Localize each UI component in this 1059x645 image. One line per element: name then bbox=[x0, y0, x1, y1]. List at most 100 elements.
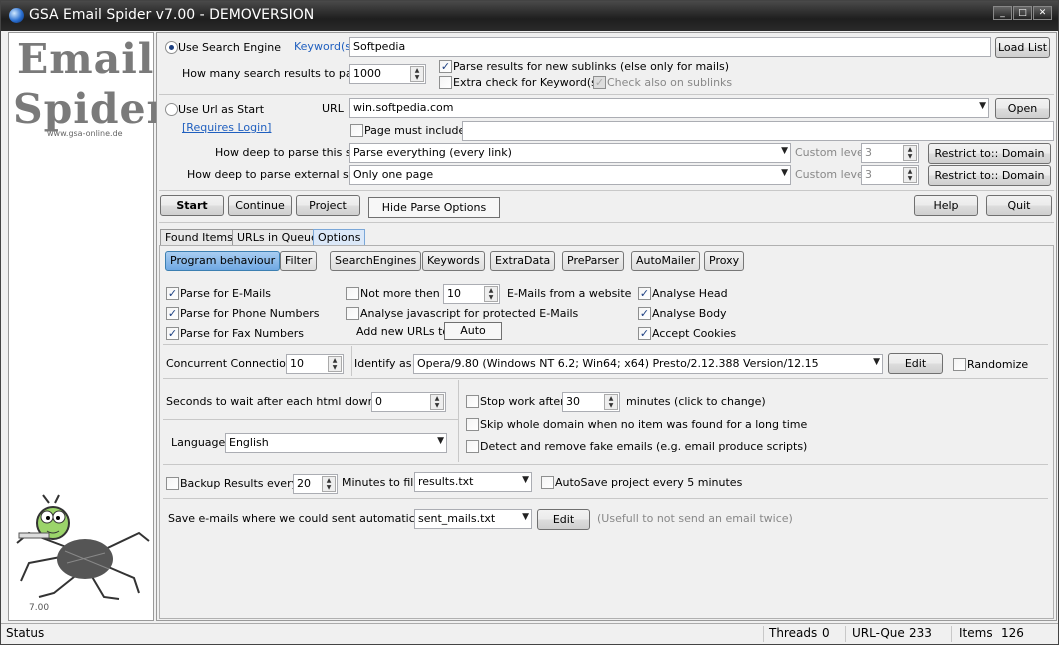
page-must-include-label: Page must include bbox=[364, 124, 466, 137]
extra-check-checkbox[interactable] bbox=[439, 76, 452, 89]
divider bbox=[845, 626, 846, 642]
seconds-input[interactable]: 0 ▲ ▼ bbox=[371, 392, 446, 412]
status-text: Status bbox=[6, 626, 45, 640]
help-button[interactable]: Help bbox=[914, 195, 978, 216]
autosave-checkbox[interactable] bbox=[541, 476, 554, 489]
custom-level-input[interactable]: 3 ▲ ▼ bbox=[861, 143, 919, 163]
subtab-preparser[interactable]: PreParser bbox=[562, 251, 624, 271]
backup-input[interactable]: 20 ▲ ▼ bbox=[293, 474, 338, 494]
stop-work-checkbox[interactable] bbox=[466, 395, 479, 408]
seconds-spinner[interactable]: ▲ ▼ bbox=[430, 394, 444, 410]
chevron-down-icon[interactable]: ▼ bbox=[437, 436, 444, 446]
restrict-domain-button[interactable]: Restrict to:: Domain bbox=[928, 143, 1051, 164]
subtab-proxy[interactable]: Proxy bbox=[704, 251, 745, 271]
subtab-searchengines[interactable]: SearchEngines bbox=[330, 251, 422, 271]
identify-select[interactable]: Opera/9.80 (Windows NT 6.2; Win64; x64) … bbox=[413, 354, 883, 374]
deep-site-select[interactable]: Parse everything (every link) ▼ bbox=[349, 143, 791, 163]
not-more-spinner[interactable]: ▲ ▼ bbox=[484, 286, 498, 302]
analyse-head-checkbox[interactable]: ✓ bbox=[638, 287, 651, 300]
file-value: results.txt bbox=[418, 475, 474, 488]
concurrent-input[interactable]: 10 ▲ ▼ bbox=[286, 354, 344, 374]
deep-ext-select[interactable]: Only one page ▼ bbox=[349, 165, 791, 185]
check-sublinks-checkbox[interactable]: ✓ bbox=[593, 76, 606, 89]
sent-file-select[interactable]: sent_mails.txt ▼ bbox=[414, 509, 532, 529]
results-spinner[interactable]: ▲ ▼ bbox=[410, 66, 424, 82]
continue-button[interactable]: Continue bbox=[228, 195, 292, 216]
parse-phone-checkbox[interactable]: ✓ bbox=[166, 307, 179, 320]
load-list-button[interactable]: Load List bbox=[995, 37, 1050, 58]
results-value: 1000 bbox=[353, 67, 381, 80]
autosave-label: AutoSave project every 5 minutes bbox=[555, 476, 743, 489]
not-more-checkbox[interactable] bbox=[346, 287, 359, 300]
custom-level-spinner[interactable]: ▲ ▼ bbox=[903, 145, 917, 161]
parse-emails-checkbox[interactable]: ✓ bbox=[166, 287, 179, 300]
chevron-down-icon[interactable]: ▼ bbox=[522, 512, 529, 522]
not-more-input[interactable]: 10 ▲ ▼ bbox=[443, 284, 500, 304]
parse-fax-checkbox[interactable]: ✓ bbox=[166, 327, 179, 340]
keywords-link[interactable]: Keyword(s) bbox=[294, 40, 355, 53]
page-must-include-checkbox[interactable] bbox=[350, 124, 363, 137]
logo-text-email: Email bbox=[17, 35, 155, 83]
add-urls-auto-button[interactable]: Auto bbox=[444, 322, 502, 340]
seconds-value: 0 bbox=[375, 395, 382, 408]
close-button[interactable]: ✕ bbox=[1033, 6, 1052, 20]
custom-level-value: 3 bbox=[865, 146, 872, 159]
use-url-radio[interactable] bbox=[165, 103, 178, 116]
minutes-to-file-label: Minutes to file bbox=[342, 476, 421, 489]
chevron-down-icon[interactable]: ▼ bbox=[522, 475, 529, 485]
tab-found-items[interactable]: Found Items bbox=[160, 229, 238, 246]
divider bbox=[163, 419, 458, 420]
page-must-include-input[interactable] bbox=[462, 121, 1054, 141]
subtab-program-behaviour[interactable]: Program behaviour bbox=[165, 251, 281, 271]
randomize-checkbox[interactable] bbox=[953, 358, 966, 371]
analyse-js-checkbox[interactable] bbox=[346, 307, 359, 320]
deep-ext-value: Only one page bbox=[353, 168, 434, 181]
custom-level-spinner-2[interactable]: ▲ ▼ bbox=[903, 167, 917, 183]
accept-cookies-checkbox[interactable]: ✓ bbox=[638, 327, 651, 340]
requires-login-link[interactable]: [Requires Login] bbox=[182, 121, 271, 134]
parse-phone-label: Parse for Phone Numbers bbox=[180, 307, 320, 320]
stop-work-input[interactable]: 30 ▲ ▼ bbox=[562, 392, 620, 412]
file-select[interactable]: results.txt ▼ bbox=[414, 472, 532, 492]
urlque-label: URL-Que bbox=[852, 626, 905, 640]
backup-spinner[interactable]: ▲ ▼ bbox=[322, 476, 336, 492]
maximize-button[interactable]: □ bbox=[1013, 6, 1032, 20]
results-input[interactable]: 1000 ▲ ▼ bbox=[349, 64, 426, 84]
project-button[interactable]: Project bbox=[296, 195, 360, 216]
subtab-automailer[interactable]: AutoMailer bbox=[631, 251, 701, 271]
divider bbox=[159, 94, 1054, 95]
custom-level-input-2[interactable]: 3 ▲ ▼ bbox=[861, 165, 919, 185]
start-button[interactable]: Start bbox=[160, 195, 224, 216]
tab-urls-in-queue[interactable]: URLs in Queue bbox=[232, 229, 323, 246]
backup-checkbox[interactable] bbox=[166, 477, 179, 490]
chevron-down-icon[interactable]: ▼ bbox=[979, 101, 986, 111]
chevron-down-icon[interactable]: ▼ bbox=[781, 168, 788, 178]
keywords-input[interactable]: Softpedia bbox=[349, 37, 991, 57]
divider bbox=[163, 498, 1048, 499]
skip-domain-checkbox[interactable] bbox=[466, 418, 479, 431]
subtab-keywords[interactable]: Keywords bbox=[422, 251, 485, 271]
url-combo[interactable]: win.softpedia.com ▼ bbox=[349, 98, 989, 118]
concurrent-spinner[interactable]: ▲ ▼ bbox=[328, 356, 342, 372]
open-button[interactable]: Open bbox=[995, 98, 1050, 119]
detect-fake-checkbox[interactable] bbox=[466, 440, 479, 453]
subtab-extradata[interactable]: ExtraData bbox=[490, 251, 556, 271]
stop-work-spinner[interactable]: ▲ ▼ bbox=[604, 394, 618, 410]
minutes-label: minutes (click to change) bbox=[626, 395, 766, 408]
identify-value: Opera/9.80 (Windows NT 6.2; Win64; x64) … bbox=[417, 357, 819, 370]
chevron-down-icon[interactable]: ▼ bbox=[873, 357, 880, 367]
chevron-down-icon[interactable]: ▼ bbox=[781, 146, 788, 156]
use-search-engine-radio[interactable] bbox=[165, 41, 178, 54]
minimize-button[interactable]: _ bbox=[993, 6, 1012, 20]
app-icon bbox=[9, 8, 24, 23]
subtab-filter[interactable]: Filter bbox=[280, 251, 318, 271]
sent-file-edit-button[interactable]: Edit bbox=[537, 509, 590, 530]
analyse-body-checkbox[interactable]: ✓ bbox=[638, 307, 651, 320]
restrict-domain-button-2[interactable]: Restrict to:: Domain bbox=[928, 165, 1051, 186]
language-select[interactable]: English ▼ bbox=[225, 433, 447, 453]
quit-button[interactable]: Quit bbox=[986, 195, 1052, 216]
hide-parse-options-button[interactable]: Hide Parse Options bbox=[368, 197, 500, 218]
parse-sublinks-checkbox[interactable]: ✓ bbox=[439, 60, 452, 73]
identify-edit-button[interactable]: Edit bbox=[888, 353, 943, 374]
tab-options[interactable]: Options bbox=[313, 229, 366, 246]
